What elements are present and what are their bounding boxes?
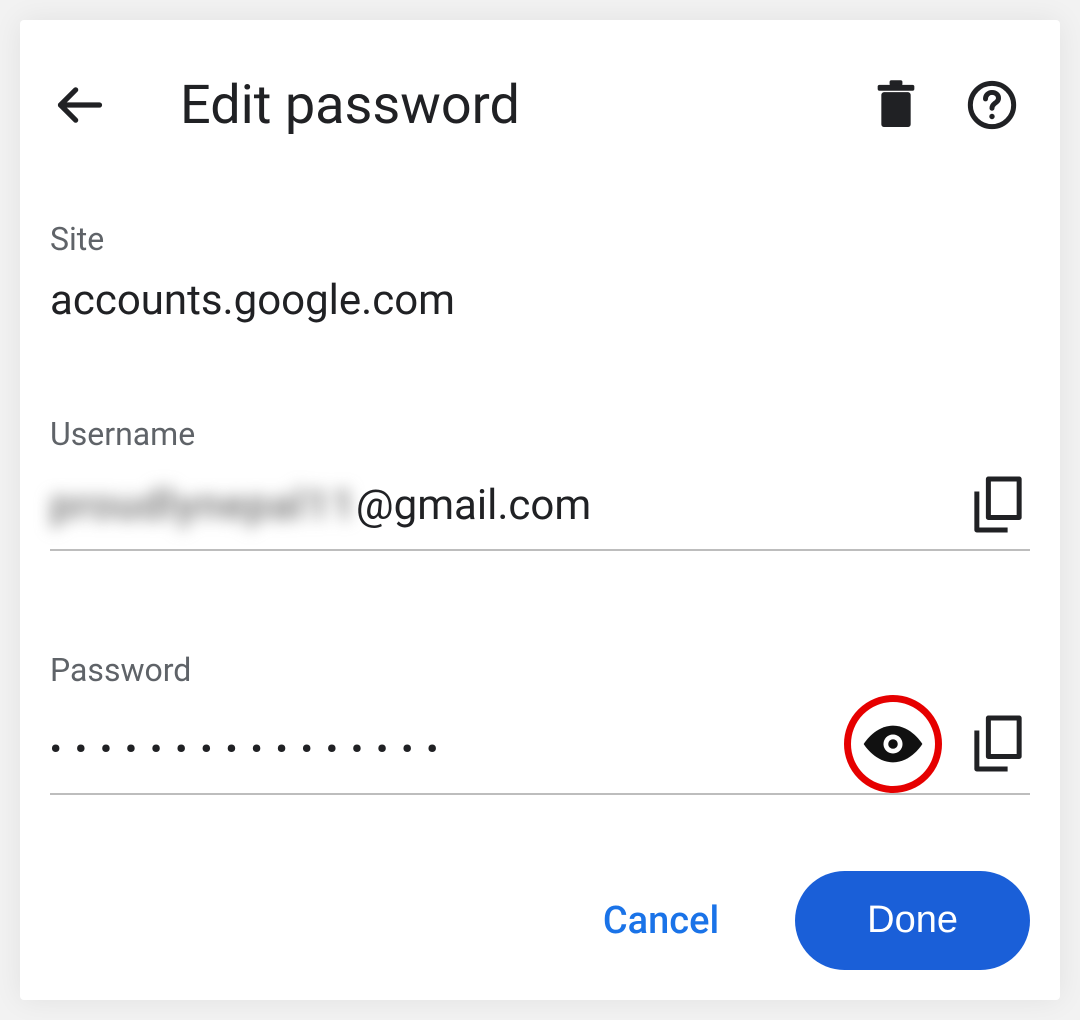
password-field[interactable]: •••••••••••••••• [50, 722, 844, 767]
username-redacted-part: proudlynepal11 [50, 481, 356, 530]
back-button[interactable] [50, 75, 110, 135]
help-icon [966, 79, 1018, 131]
edit-password-dialog: Edit password Site accounts [20, 20, 1060, 1000]
delete-button[interactable] [868, 77, 924, 133]
copy-password-button[interactable] [970, 716, 1026, 772]
header-actions [868, 77, 1030, 133]
trash-icon [874, 79, 918, 131]
password-label: Password [50, 651, 1030, 689]
dialog-title: Edit password [180, 74, 868, 137]
show-password-highlight [844, 695, 942, 793]
dialog-footer: Cancel Done [587, 871, 1030, 970]
site-value: accounts.google.com [50, 276, 1030, 325]
username-field[interactable]: proudlynepal11 @gmail.com [50, 471, 970, 540]
password-group: Password •••••••••••••••• [50, 651, 1030, 795]
site-label: Site [50, 220, 1030, 258]
back-arrow-icon [54, 79, 106, 131]
dialog-body: Site accounts.google.com Username proudl… [20, 150, 1060, 795]
copy-icon [973, 476, 1023, 534]
copy-icon [973, 715, 1023, 773]
username-group: Username proudlynepal11 @gmail.com [50, 415, 1030, 551]
help-button[interactable] [964, 77, 1020, 133]
cancel-button[interactable]: Cancel [587, 889, 735, 953]
done-button[interactable]: Done [795, 871, 1030, 970]
username-field-row: proudlynepal11 @gmail.com [50, 461, 1030, 551]
username-label: Username [50, 415, 1030, 453]
username-visible-part: @gmail.com [356, 481, 591, 530]
show-password-button[interactable] [860, 722, 926, 766]
dialog-header: Edit password [20, 20, 1060, 150]
eye-icon [860, 722, 926, 766]
site-group: Site accounts.google.com [50, 220, 1030, 325]
copy-username-button[interactable] [970, 477, 1026, 533]
password-field-row: •••••••••••••••• [50, 695, 1030, 795]
